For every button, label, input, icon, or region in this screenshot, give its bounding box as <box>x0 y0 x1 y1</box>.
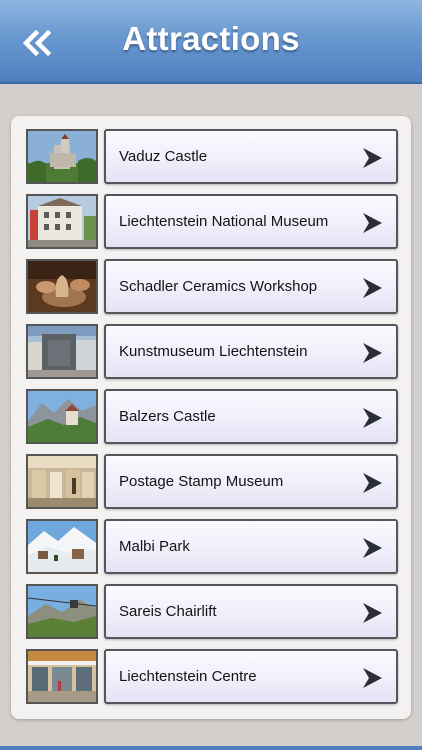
chevron-right-icon <box>363 603 382 623</box>
schadler-ceramics-button[interactable]: Schadler Ceramics Workshop <box>104 259 398 314</box>
list-item-sareis-chairlift: Sareis Chairlift <box>26 584 398 641</box>
kunstmuseum-button[interactable]: Kunstmuseum Liechtenstein <box>104 324 398 379</box>
item-label: Schadler Ceramics Workshop <box>119 278 318 295</box>
list-item-postage-stamp-museum: Postage Stamp Museum <box>26 454 398 511</box>
chevron-right-icon <box>363 473 382 493</box>
sareis-chairlift-thumbnail <box>26 584 98 639</box>
balzers-castle-button[interactable]: Balzers Castle <box>104 389 398 444</box>
list-item-kunstmuseum: Kunstmuseum Liechtenstein <box>26 324 398 381</box>
postage-stamp-museum-button[interactable]: Postage Stamp Museum <box>104 454 398 509</box>
malbi-park-button[interactable]: Malbi Park <box>104 519 398 574</box>
item-label: Vaduz Castle <box>119 148 208 165</box>
list-item-liechtenstein-centre: Liechtenstein Centre <box>26 649 398 706</box>
vaduz-castle-thumbnail <box>26 129 98 184</box>
item-label: Postage Stamp Museum <box>119 473 284 490</box>
navigation-bar: Attractions <box>0 0 422 84</box>
item-label: Kunstmuseum Liechtenstein <box>119 343 308 360</box>
item-label: Liechtenstein Centre <box>119 668 257 685</box>
item-label: Sareis Chairlift <box>119 603 217 620</box>
chevron-right-icon <box>363 148 382 168</box>
item-label: Malbi Park <box>119 538 190 555</box>
sareis-chairlift-button[interactable]: Sareis Chairlift <box>104 584 398 639</box>
page-title: Attractions <box>122 20 300 57</box>
liechtenstein-centre-button[interactable]: Liechtenstein Centre <box>104 649 398 704</box>
national-museum-button[interactable]: Liechtenstein National Museum <box>104 194 398 249</box>
item-label: Liechtenstein National Museum <box>119 213 329 230</box>
list-item-schadler-ceramics: Schadler Ceramics Workshop <box>26 259 398 316</box>
schadler-ceramics-thumbnail <box>26 259 98 314</box>
vaduz-castle-button[interactable]: Vaduz Castle <box>104 129 398 184</box>
balzers-castle-thumbnail <box>26 389 98 444</box>
chevron-right-icon <box>363 213 382 233</box>
list-item-national-museum: Liechtenstein National Museum <box>26 194 398 251</box>
chevron-right-icon <box>363 278 382 298</box>
chevron-right-icon <box>363 408 382 428</box>
chevron-right-icon <box>363 538 382 558</box>
bottom-bar <box>0 746 422 750</box>
chevron-right-icon <box>363 668 382 688</box>
list-item-malbi-park: Malbi Park <box>26 519 398 576</box>
kunstmuseum-thumbnail <box>26 324 98 379</box>
postage-stamp-museum-thumbnail <box>26 454 98 509</box>
liechtenstein-centre-thumbnail <box>26 649 98 704</box>
list-item-vaduz-castle: Vaduz Castle <box>26 129 398 186</box>
national-museum-thumbnail <box>26 194 98 249</box>
chevron-right-icon <box>363 343 382 363</box>
malbi-park-thumbnail <box>26 519 98 574</box>
list-item-balzers-castle: Balzers Castle <box>26 389 398 446</box>
item-label: Balzers Castle <box>119 408 216 425</box>
